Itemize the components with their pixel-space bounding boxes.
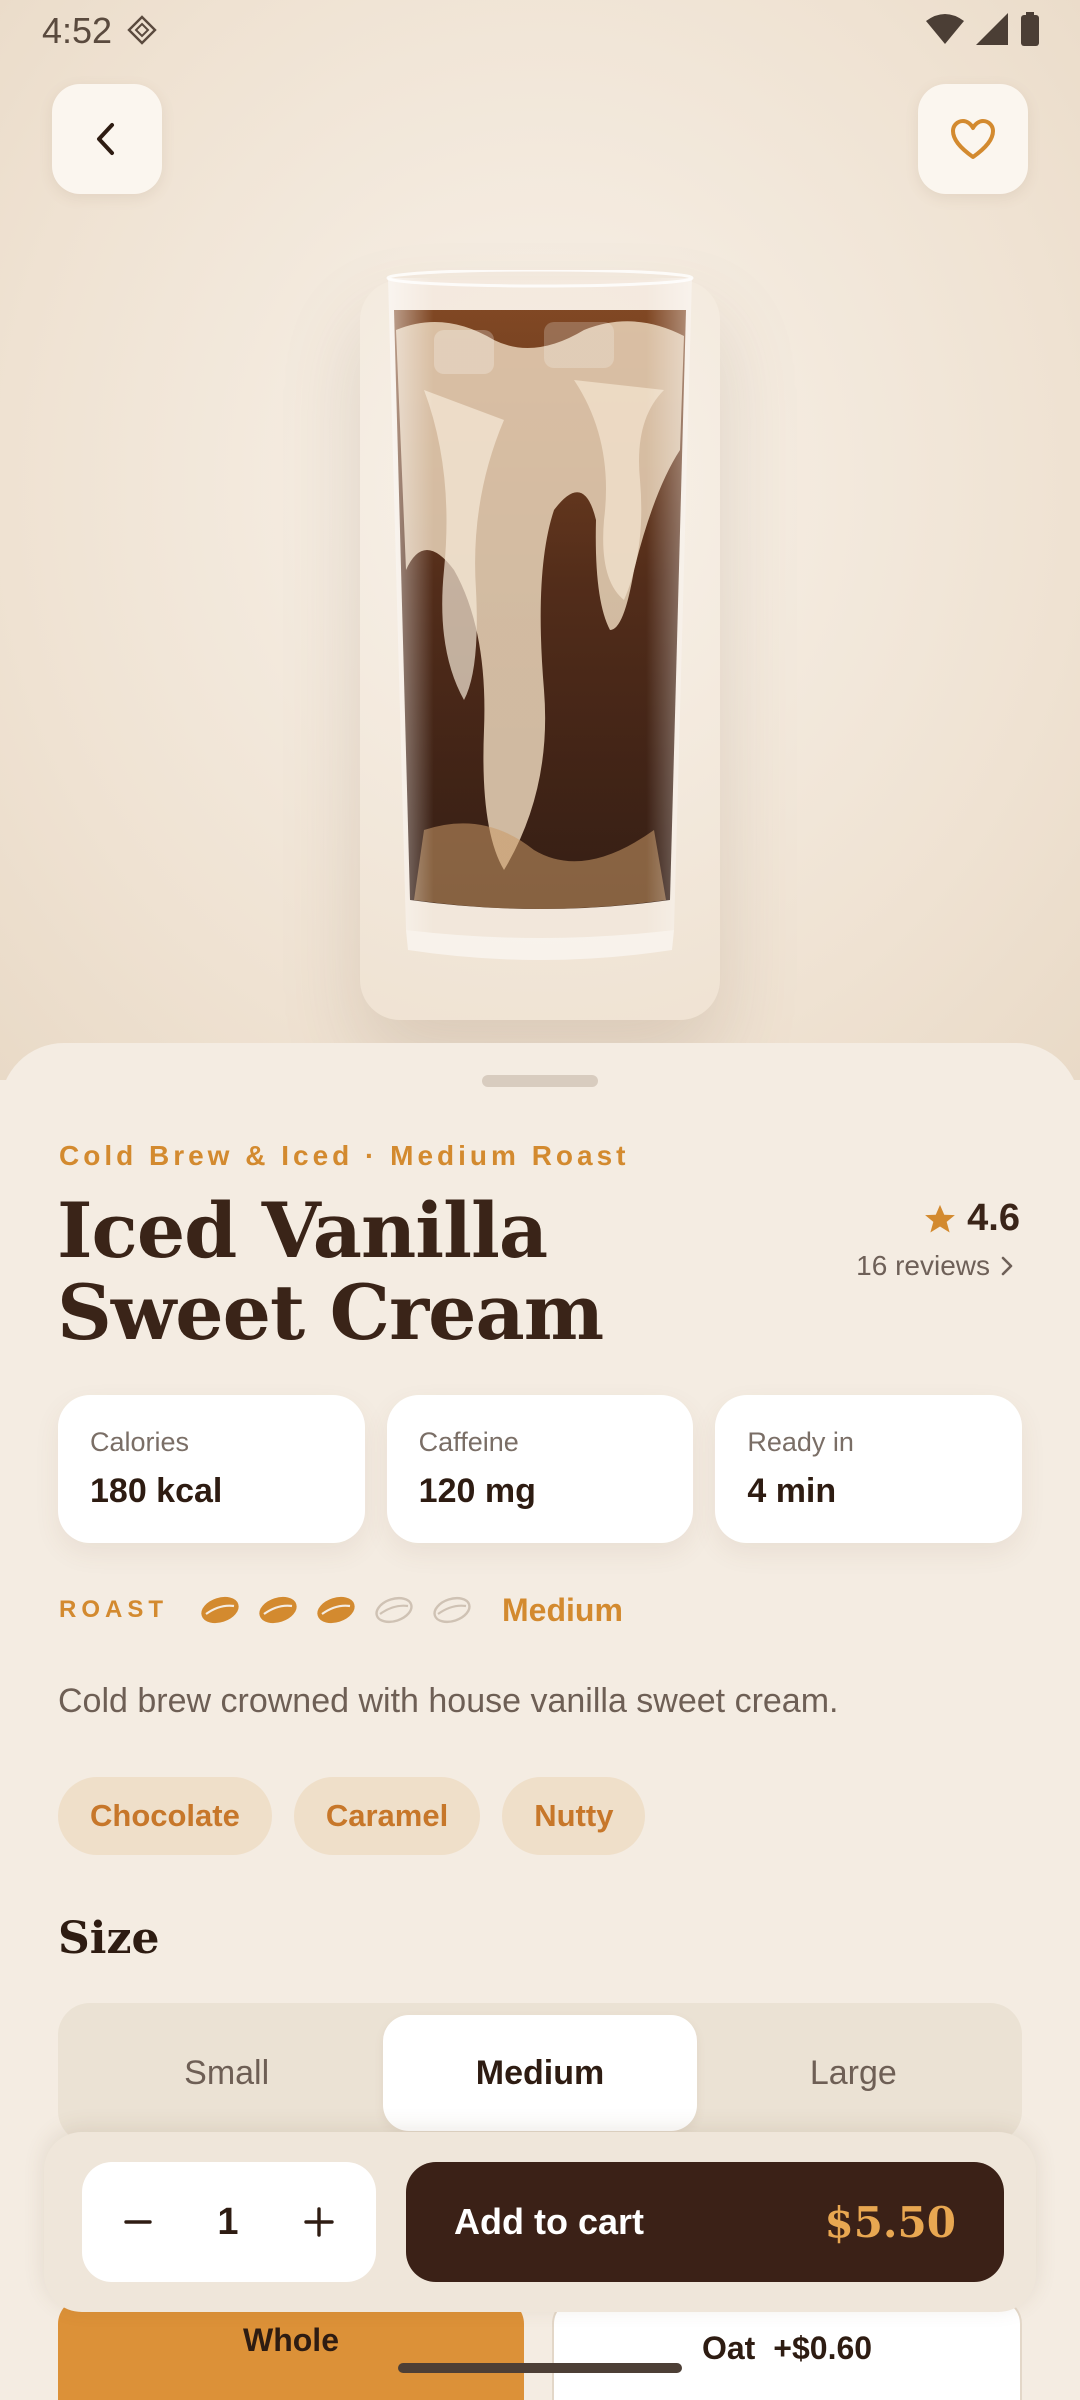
stat-card-caffeine: Caffeine 120 mg (386, 1395, 694, 1543)
roast-beans (198, 1594, 474, 1626)
stat-value: 180 kcal (90, 1472, 223, 1510)
heart-icon (951, 119, 995, 159)
add-to-cart-button[interactable]: Add to cart $5.50 (406, 2162, 1004, 2282)
notification-icon (127, 15, 157, 45)
roast-level: ROAST Medium (59, 1590, 623, 1630)
size-heading: Size (58, 1913, 160, 1964)
rating: 4.6 (923, 1197, 1020, 1240)
cart-price: $5.50 (824, 2197, 956, 2247)
roast-label: ROAST (59, 1596, 168, 1623)
status-icons (926, 12, 1040, 46)
roast-bean-filled-icon (259, 1596, 297, 1624)
size-option-medium[interactable]: Medium (383, 2015, 697, 2131)
roast-bean-filled-icon (317, 1596, 355, 1624)
nutrition-stats: Calories 180 kcal Caffeine 120 mg Ready … (58, 1395, 1023, 1543)
status-time: 4:52 (42, 10, 113, 51)
chevron-right-icon (1001, 1256, 1013, 1276)
product-hero: 4:52 (0, 0, 1080, 1080)
cart-bar: 1 Add to cart $5.50 (44, 2132, 1036, 2312)
stat-label: Ready in (747, 1427, 854, 1457)
stat-card-ready-time: Ready in 4 min (715, 1395, 1023, 1543)
home-indicator[interactable] (398, 2363, 682, 2373)
milk-option-oat[interactable]: Oat +$0.60 (552, 2298, 1022, 2400)
product-category: Cold Brew & Iced · Medium Roast (59, 1140, 630, 1171)
status-bar: 4:52 (0, 0, 1080, 60)
favorite-button[interactable] (918, 84, 1028, 194)
back-button[interactable] (52, 84, 162, 194)
size-option-large[interactable]: Large (697, 2015, 1010, 2131)
stat-card-calories: Calories 180 kcal (58, 1395, 365, 1543)
flavor-tags: Chocolate Caramel Nutty (58, 1777, 646, 1855)
chevron-left-icon (97, 123, 114, 155)
iced-coffee-image (386, 270, 694, 960)
reviews-count: 16 reviews (856, 1250, 990, 1281)
flavor-tag[interactable]: Chocolate (58, 1777, 272, 1855)
signal-icon (976, 13, 1008, 45)
rating-value: 4.6 (967, 1197, 1020, 1239)
milk-selector: Whole Oat +$0.60 (58, 2298, 1022, 2400)
milk-option-whole[interactable]: Whole (58, 2298, 524, 2400)
minus-icon[interactable] (122, 2206, 154, 2238)
battery-icon (1021, 12, 1039, 46)
roast-bean-empty-icon (375, 1596, 413, 1624)
milk-option-price: +$0.60 (773, 2329, 873, 2366)
stat-label: Caffeine (418, 1427, 519, 1457)
roast-level-text: Medium (502, 1591, 623, 1628)
reviews-link[interactable]: 16 reviews (856, 1250, 1014, 1282)
stat-value: 4 min (747, 1472, 837, 1510)
size-option-small[interactable]: Small (70, 2015, 383, 2131)
add-to-cart-label: Add to cart (454, 2201, 645, 2242)
sheet-handle[interactable] (482, 1075, 598, 1087)
quantity-stepper: 1 (82, 2162, 376, 2282)
milk-option-label: Whole (243, 2321, 339, 2358)
roast-bean-empty-icon (433, 1596, 471, 1624)
roast-bean-filled-icon (201, 1596, 239, 1624)
flavor-tag[interactable]: Caramel (293, 1777, 481, 1855)
stat-label: Calories (90, 1427, 190, 1457)
size-selector: Small Medium Large (58, 2003, 1022, 2143)
flavor-tag[interactable]: Nutty (502, 1777, 646, 1855)
milk-option-label: Oat (701, 2329, 756, 2366)
plus-icon[interactable] (302, 2205, 336, 2239)
star-icon (925, 1204, 956, 1232)
wifi-icon (926, 14, 964, 44)
quantity-value: 1 (217, 2200, 239, 2243)
stat-value: 120 mg (418, 1472, 536, 1510)
product-title: Iced Vanilla Sweet Cream (57, 1186, 604, 1357)
product-description: Cold brew crowned with house vanilla swe… (58, 1682, 839, 1720)
